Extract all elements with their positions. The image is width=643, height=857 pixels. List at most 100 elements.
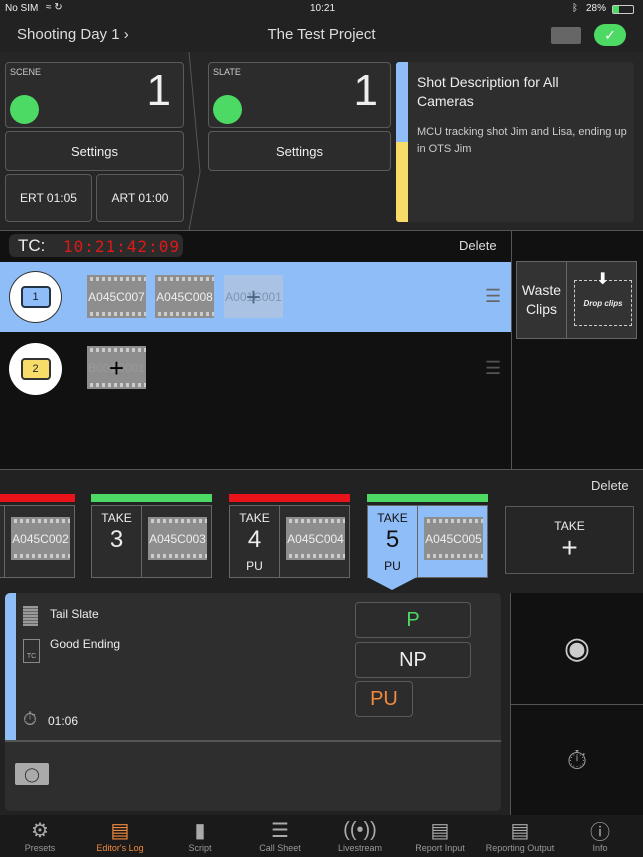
take-status-bar: [367, 494, 488, 502]
art-button[interactable]: ART 01:00: [96, 174, 184, 222]
tab-presets[interactable]: ⚙ Presets: [0, 817, 80, 854]
vertical-divider: [511, 231, 512, 470]
add-clip-button[interactable]: B001 C001 +: [87, 346, 146, 389]
report-input-icon: ▤: [430, 819, 450, 842]
delete-take-button[interactable]: Delete: [591, 478, 629, 493]
clip-reel: A045: [156, 289, 185, 304]
clip[interactable]: A045 C007: [87, 275, 146, 318]
camera-1-icon[interactable]: 1: [9, 271, 62, 323]
tab-label: Info: [592, 843, 608, 853]
waste-clips-panel[interactable]: Waste Clips Drop clips ⬇: [516, 261, 637, 339]
clip-reel: A045: [12, 531, 41, 546]
no-print-button[interactable]: NP: [355, 642, 471, 678]
film-icon: ▤: [110, 819, 130, 842]
good-ending-label[interactable]: Good Ending: [50, 637, 120, 651]
take-label: TAKE: [377, 511, 408, 525]
page-title: The Test Project: [267, 26, 376, 43]
camera-1-number: 1: [20, 286, 51, 308]
camera-photo-icon[interactable]: ◯: [15, 763, 49, 785]
clip[interactable]: A045 C004: [286, 517, 345, 560]
tab-livestream[interactable]: ((•)) Livestream: [320, 817, 400, 854]
shot-description-text: MCU tracking shot Jim and Lisa, ending u…: [417, 126, 627, 155]
drag-handle-icon[interactable]: ☰: [485, 358, 501, 379]
tab-report-input[interactable]: ▤ Report Input: [400, 817, 480, 854]
tab-label: Script: [188, 843, 212, 853]
take-flag: PU: [384, 559, 401, 573]
camera-color-strip: [5, 593, 16, 740]
cloud-sync-icon[interactable]: ✓: [594, 24, 626, 46]
plus-icon: +: [108, 352, 125, 383]
take-card[interactable]: TAKE 3 A045 C003: [91, 494, 212, 578]
slate-settings-button[interactable]: Settings: [208, 131, 391, 171]
new-take-label: TAKE: [554, 519, 585, 533]
tab-call-sheet[interactable]: ☰ Call Sheet: [240, 817, 320, 854]
carrier: No SIM: [5, 3, 39, 14]
timecode-display: TC: 10:21:42:09: [9, 234, 183, 257]
side-panel: ◉ ⏱: [510, 593, 643, 815]
divider: [5, 740, 501, 742]
clock: 10:21: [310, 3, 336, 14]
slate-box[interactable]: SLATE 1: [208, 62, 391, 128]
camera-row-2[interactable]: 2 B001 C001 + ☰: [0, 334, 511, 402]
take-status-bar: [0, 494, 75, 502]
take-detail-panel: Tail Slate TC Good Ending ⏱ 01:06 P NP P…: [5, 593, 501, 811]
device-icon[interactable]: [551, 27, 581, 44]
take-status-bar: [91, 494, 212, 502]
tab-label: Reporting Output: [485, 843, 555, 853]
tab-reporting-output[interactable]: ▤ Reporting Output: [480, 817, 560, 854]
add-clip-button[interactable]: A001 C001 +: [224, 275, 283, 318]
scene-settings-button[interactable]: Settings: [5, 131, 184, 171]
cabinet-icon: ☰: [271, 819, 289, 842]
shot-title: Shot Description for All Cameras: [417, 74, 559, 109]
print-button[interactable]: P: [355, 602, 471, 638]
plus-icon: +: [561, 532, 578, 563]
waste-clips-label: Waste Clips: [517, 262, 567, 338]
clip[interactable]: A045 C005: [424, 517, 483, 560]
report-output-icon: ▤: [510, 819, 530, 842]
tc-label: TC:: [18, 236, 46, 255]
clip-number: C005: [453, 531, 482, 546]
delete-clips-button[interactable]: Delete: [459, 238, 497, 253]
pickup-button[interactable]: PU: [355, 681, 413, 717]
battery-icon: [612, 5, 634, 14]
take-pointer: [367, 577, 417, 590]
wifi-icon: ≈ ↻: [46, 2, 63, 13]
plus-icon: +: [245, 281, 262, 312]
tab-info[interactable]: ⓘ Info: [560, 817, 640, 854]
shot-description[interactable]: Shot Description for All Cameras MCU tra…: [396, 62, 634, 222]
clip-number: C008: [184, 289, 213, 304]
clip[interactable]: A045 C003: [148, 517, 207, 560]
new-take-button[interactable]: TAKE +: [505, 506, 634, 574]
divider-chevron: [188, 52, 201, 230]
camera-2-number: 2: [20, 358, 51, 380]
stopwatch-button-icon[interactable]: ⏱: [511, 706, 643, 815]
camera-2-icon[interactable]: 2: [9, 343, 62, 395]
take-number: 5: [385, 526, 400, 553]
ert-button[interactable]: ERT 01:05: [5, 174, 92, 222]
tab-label: Editor's Log: [96, 843, 144, 853]
eye-icon[interactable]: ◉: [511, 593, 643, 705]
camera-row-1[interactable]: 1 A045 C007 A045 C008 A001 C001 + ☰: [0, 262, 511, 332]
divider: [279, 506, 280, 577]
scene-status-dot: [10, 95, 39, 124]
tail-slate-label[interactable]: Tail Slate: [50, 607, 99, 621]
clip-reel: A045: [88, 289, 117, 304]
tab-label: Report Input: [415, 843, 465, 853]
take-label: TAKE: [101, 511, 132, 525]
broadcast-icon: ((•)): [343, 818, 377, 841]
divider: [417, 506, 418, 577]
clip-reel: A045: [287, 531, 316, 546]
bluetooth-icon: ᛒ: [572, 3, 578, 14]
info-icon: ⓘ: [590, 821, 610, 844]
take-card[interactable]: TAKE 4 PU A045 C004: [229, 494, 350, 578]
take-card[interactable]: A045 C002: [0, 494, 75, 578]
clip[interactable]: A045 C008: [155, 275, 214, 318]
divider: [4, 506, 5, 577]
tab-script[interactable]: ▮ Script: [160, 817, 240, 854]
tab-editor-s-log[interactable]: ▤ Editor's Log: [80, 817, 160, 854]
drag-handle-icon[interactable]: ☰: [485, 286, 501, 307]
scene-box[interactable]: SCENE 1: [5, 62, 184, 128]
take-card[interactable]: TAKE 5 PU A045 C005: [367, 494, 488, 578]
tab-label: Call Sheet: [259, 843, 301, 853]
clip[interactable]: A045 C002: [11, 517, 70, 560]
